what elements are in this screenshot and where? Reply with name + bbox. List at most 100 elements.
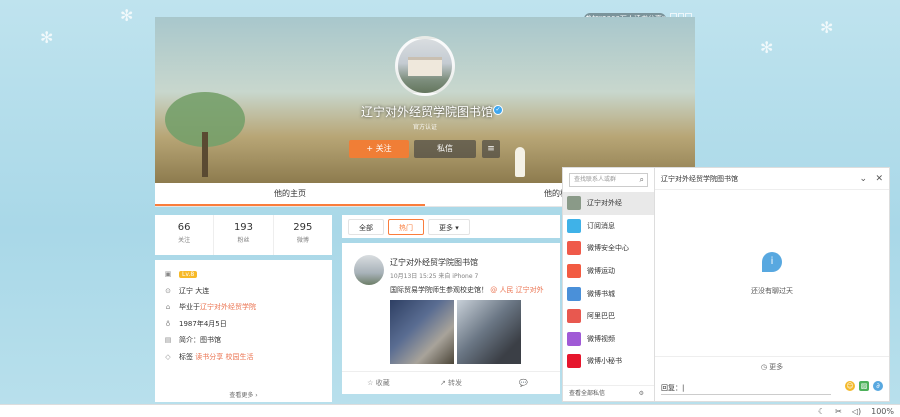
stat-following[interactable]: 66 关注 [155, 215, 215, 255]
feed-tab-more[interactable]: 更多 ▾ [428, 218, 470, 235]
contact-label: 阿里巴巴 [587, 312, 615, 321]
stat-label: 微博 [296, 237, 309, 244]
cut-icon[interactable]: ✂ [835, 407, 842, 416]
contact-footer[interactable]: 查看全部私信 ⚙ [563, 385, 654, 401]
contacts-container: 辽宁对外经订阅消息微博安全中心 微博运动微博书城阿里巴巴微博视频微博小秘书 [563, 192, 654, 373]
graduation-icon: ⌂ [165, 303, 171, 312]
dandelion-decoration: ✻ [120, 6, 134, 25]
feed-tab-hot[interactable]: 热门 [388, 218, 424, 235]
post-meta: 10月13日 15:25 来自 iPhone 7 [390, 273, 479, 280]
post-text: 国际贸易学院师生参观校史馆！ @ 人民 辽宁对外 [390, 285, 560, 295]
tab-home[interactable]: 他的主页 [155, 183, 425, 206]
rss-icon [567, 218, 581, 233]
play-icon [567, 331, 581, 346]
profile-avatar[interactable] [395, 36, 455, 96]
contact-label: 微博运动 [587, 267, 615, 276]
contact-label: 订阅消息 [587, 221, 615, 230]
post-mention-link[interactable]: @ 人民 辽宁对外 [490, 286, 543, 294]
feed-tab-all[interactable]: 全部 [348, 218, 384, 235]
tags-link[interactable]: 读书分享 校园生活 [195, 352, 253, 362]
follow-button[interactable]: + 关注 [349, 140, 409, 158]
chat-more-label: 更多 [769, 363, 784, 371]
cake-icon: ♁ [165, 319, 171, 328]
dandelion-decoration: ✻ [820, 18, 834, 37]
runner-icon [567, 264, 581, 279]
gift-icon [567, 309, 581, 324]
stat-value: 66 [177, 222, 191, 233]
comment-button[interactable]: 💬 [487, 372, 560, 394]
search-icon[interactable]: ⌕ [640, 174, 644, 186]
weibo-icon [567, 354, 581, 369]
post-image[interactable] [457, 300, 521, 364]
stat-followers[interactable]: 193 粉丝 [214, 215, 274, 255]
system-taskbar: ☾ ✂ ◁) 100% [0, 404, 900, 417]
intro-text: 简介：图书馆 [179, 336, 221, 345]
contact-item[interactable]: 阿里巴巴 [563, 305, 654, 328]
dandelion-decoration: ✻ [40, 28, 54, 47]
message-button[interactable]: 私信 [414, 140, 476, 158]
volume-icon[interactable]: ◁) [852, 407, 861, 416]
stat-label: 关注 [178, 237, 191, 244]
contact-item[interactable]: 微博安全中心 [563, 237, 654, 260]
more-menu-button[interactable]: ≡ [482, 140, 500, 158]
favorite-button[interactable]: ☆ 收藏 [342, 372, 415, 394]
about-birthday-row: ♁ 1987年4月5日 [163, 316, 324, 333]
about-tags-row: ◇ 标签 读书分享 校园生活 [163, 349, 324, 366]
attachment-icon[interactable]: ∂ [873, 381, 883, 391]
library-avatar-icon [567, 196, 581, 211]
close-icon[interactable]: ✕ [875, 168, 883, 190]
contact-label: 微博视频 [587, 334, 615, 343]
chat-empty-tip: 还没有聊过天 [751, 287, 793, 295]
contact-label: 辽宁对外经 [587, 199, 622, 208]
contact-label: 微博安全中心 [587, 244, 629, 253]
view-all-messages-link[interactable]: 查看全部私信 [569, 390, 605, 397]
birthday-text: 1987年4月5日 [179, 319, 227, 328]
location-text: 辽宁 大连 [179, 286, 210, 295]
emoji-icon[interactable]: ☺ [845, 381, 855, 391]
zoom-level[interactable]: 100% [871, 407, 894, 416]
figure-decoration [515, 147, 525, 177]
profile-subtitle: 官方认证 [412, 124, 437, 131]
verified-icon: ✓ [493, 105, 503, 115]
clock-icon: ◷ [760, 363, 767, 371]
contact-item[interactable]: 微博小秘书 [563, 350, 654, 373]
contact-label: 微博小秘书 [587, 357, 622, 366]
post-avatar[interactable] [354, 255, 384, 285]
contact-item[interactable]: 订阅消息 [563, 215, 654, 238]
hamburger-icon: ≡ [487, 144, 495, 154]
location-icon: ⊙ [165, 286, 171, 295]
divider [655, 356, 889, 357]
about-school-row: ⌂ 毕业于 辽宁对外经贸学院 [163, 299, 324, 316]
about-card: ▣ Lv.8 ⊙ 辽宁 大连 ⌂ 毕业于 辽宁对外经贸学院 ♁ 1987年4月5… [155, 260, 332, 402]
contact-item[interactable]: 微博视频 [563, 328, 654, 351]
moon-icon[interactable]: ☾ [818, 407, 825, 416]
chat-input[interactable]: 回复：| [661, 381, 831, 395]
level-badge[interactable]: Lv.8 [179, 270, 198, 278]
stat-posts[interactable]: 295 微博 [274, 215, 332, 255]
contact-item[interactable]: 微博书城 [563, 282, 654, 305]
profile-name: 辽宁对外经贸学院图书馆 [360, 105, 493, 119]
chevron-down-icon[interactable]: ⌄ [859, 168, 867, 190]
repost-button[interactable]: ↗ 转发 [415, 372, 488, 394]
contact-label: 微博书城 [587, 289, 615, 298]
about-intro-row: ▤ 简介：图书馆 [163, 332, 324, 349]
chat-more-link[interactable]: ◷ 更多 [655, 362, 889, 372]
profile-stats: 66 关注 193 粉丝 295 微博 [155, 215, 332, 255]
search-placeholder: 查找联系人或群 [574, 176, 617, 183]
chat-contact-list: 查找联系人或群 ⌕ 辽宁对外经订阅消息微博安全中心 微博运动微博书城阿里巴巴微博视… [562, 167, 655, 402]
gear-icon[interactable]: ⚙ [639, 386, 644, 402]
stat-label: 粉丝 [237, 237, 250, 244]
contact-item[interactable]: 辽宁对外经 [563, 192, 654, 215]
school-prefix: 毕业于 [179, 303, 200, 312]
school-link[interactable]: 辽宁对外经贸学院 [200, 302, 256, 312]
post-image[interactable] [390, 300, 454, 364]
image-icon[interactable]: ▨ [859, 381, 869, 391]
post-author[interactable]: 辽宁对外经贸学院图书馆 [390, 257, 478, 268]
tree-decoration [202, 132, 208, 177]
contact-item[interactable]: 微博运动 [563, 260, 654, 283]
book-icon [567, 286, 581, 301]
contact-search-input[interactable]: 查找联系人或群 ⌕ [569, 173, 648, 187]
tags-prefix: 标签 [179, 352, 193, 361]
shield-icon [567, 241, 581, 256]
about-more-link[interactable]: 查看更多 › [155, 390, 332, 399]
